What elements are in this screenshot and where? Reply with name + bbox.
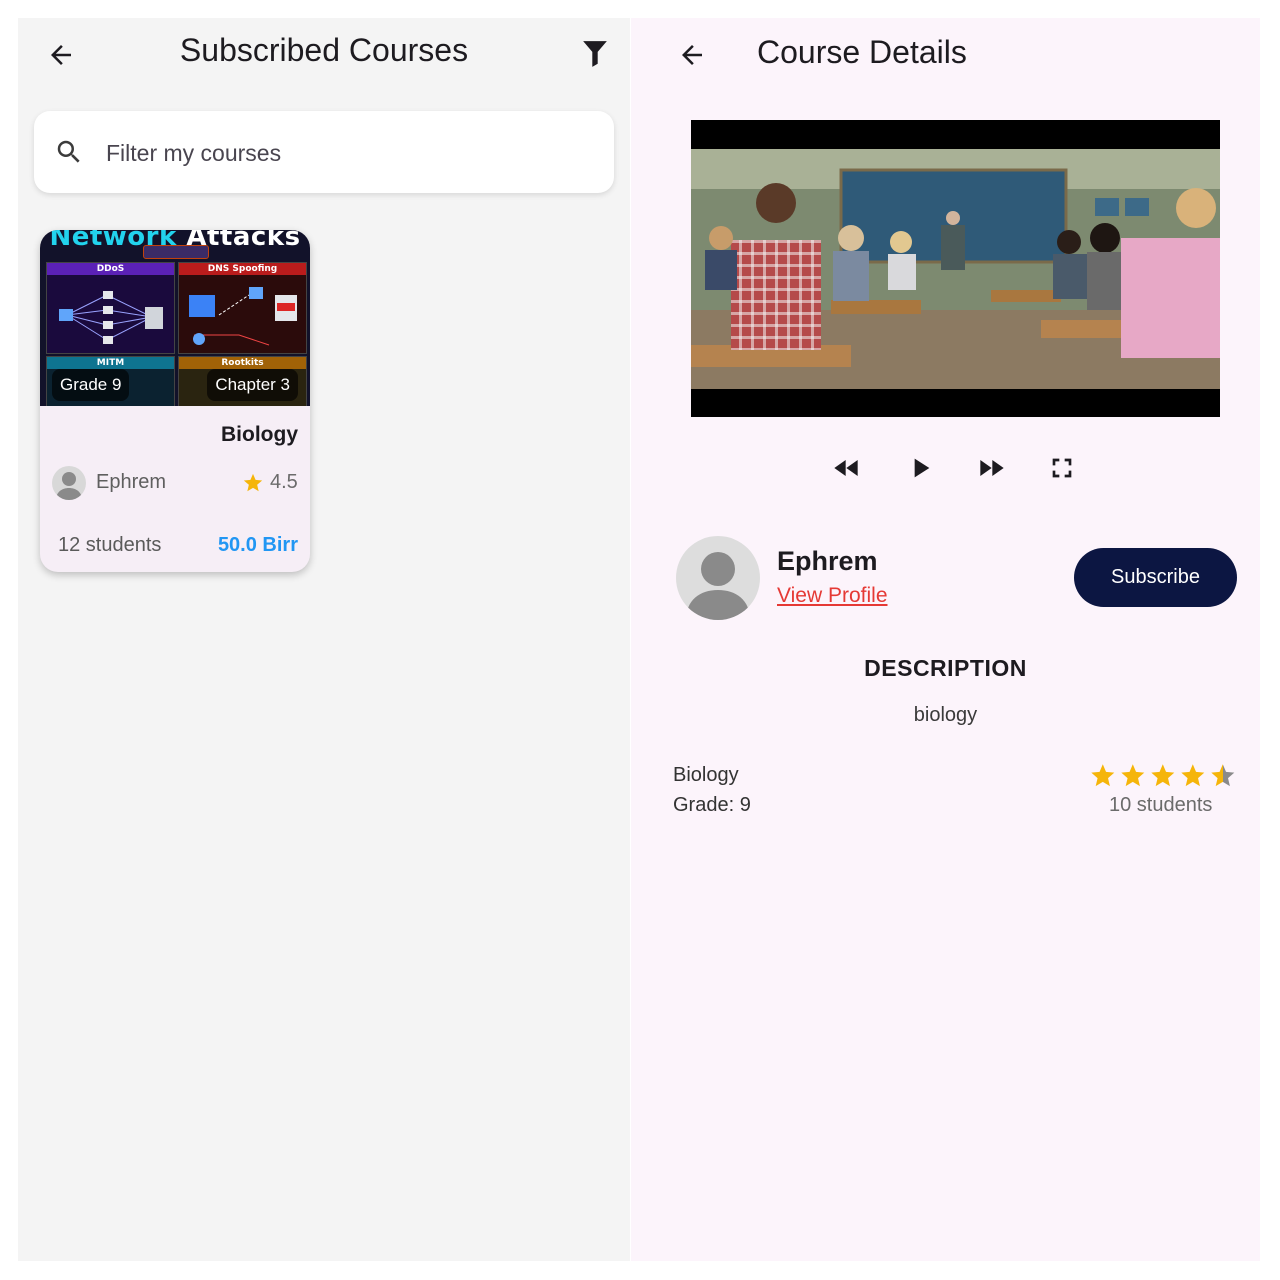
course-thumbnail: Network Attacks DDoS DNS Spoofing MITM R… xyxy=(40,230,310,406)
panel-label: Rootkits xyxy=(179,357,306,369)
person-icon xyxy=(686,552,750,620)
network-diagram-icon xyxy=(59,291,163,344)
subscribe-button[interactable]: Subscribe xyxy=(1074,548,1237,607)
app-bar: Subscribed Courses xyxy=(18,18,630,90)
back-arrow-icon[interactable] xyxy=(677,40,707,70)
thumbnail-author-badge xyxy=(143,245,209,259)
star-icon xyxy=(1181,764,1205,787)
fullscreen-icon[interactable] xyxy=(1046,452,1078,484)
star-icon xyxy=(1211,764,1235,787)
star-icon xyxy=(243,473,263,492)
rating-stars xyxy=(1091,764,1235,787)
play-icon[interactable] xyxy=(904,452,936,484)
course-details-screen: Course Details Ephrem View Profile Subsc… xyxy=(631,18,1260,1261)
panel-label: MITM xyxy=(47,357,174,369)
course-subject: Biology xyxy=(673,764,739,786)
student-count: 12 students xyxy=(58,534,162,556)
search-icon xyxy=(57,140,80,163)
star-icon xyxy=(1151,764,1175,787)
filter-icon[interactable] xyxy=(582,40,608,68)
course-rating: 4.5 xyxy=(270,471,298,493)
classroom-video-frame xyxy=(691,120,1220,417)
rewind-icon[interactable] xyxy=(831,452,863,484)
description-text: biology xyxy=(913,704,978,726)
fast-forward-icon[interactable] xyxy=(975,452,1007,484)
search-input[interactable] xyxy=(104,133,588,173)
spoofing-diagram-icon xyxy=(189,287,297,346)
instructor-avatar xyxy=(52,466,86,500)
course-grade: Grade: 9 xyxy=(673,794,751,816)
video-controls xyxy=(631,450,1260,486)
owner-avatar[interactable] xyxy=(676,536,760,620)
instructor-name: Ephrem xyxy=(96,471,167,493)
thumbnail-panel-dns-spoofing: DNS Spoofing xyxy=(178,262,307,354)
chapter-badge: Chapter 3 xyxy=(207,369,298,401)
description-heading: DESCRIPTION xyxy=(864,655,1027,681)
owner-name: Ephrem xyxy=(777,546,878,576)
panel-label: DNS Spoofing xyxy=(179,263,306,275)
star-icon xyxy=(1121,764,1145,787)
course-subject: Biology xyxy=(221,423,298,446)
search-bar[interactable] xyxy=(34,111,614,193)
page-title: Subscribed Courses xyxy=(179,32,469,68)
grade-badge: Grade 9 xyxy=(52,369,130,401)
thumbnail-panel-ddos: DDoS xyxy=(46,262,175,354)
course-price: 50.0 Birr xyxy=(217,534,298,556)
course-card[interactable]: Network Attacks DDoS DNS Spoofing MITM R… xyxy=(40,230,310,572)
student-count: 10 students xyxy=(1109,794,1213,816)
star-icon xyxy=(1091,764,1115,787)
page-title: Course Details xyxy=(757,34,967,70)
person-icon xyxy=(56,472,82,500)
panel-label: DDoS xyxy=(47,263,174,275)
view-profile-link[interactable]: View Profile xyxy=(777,584,888,608)
subscribed-courses-screen: Subscribed Courses Network Attacks DDoS xyxy=(18,18,630,1261)
video-player[interactable] xyxy=(691,120,1220,417)
